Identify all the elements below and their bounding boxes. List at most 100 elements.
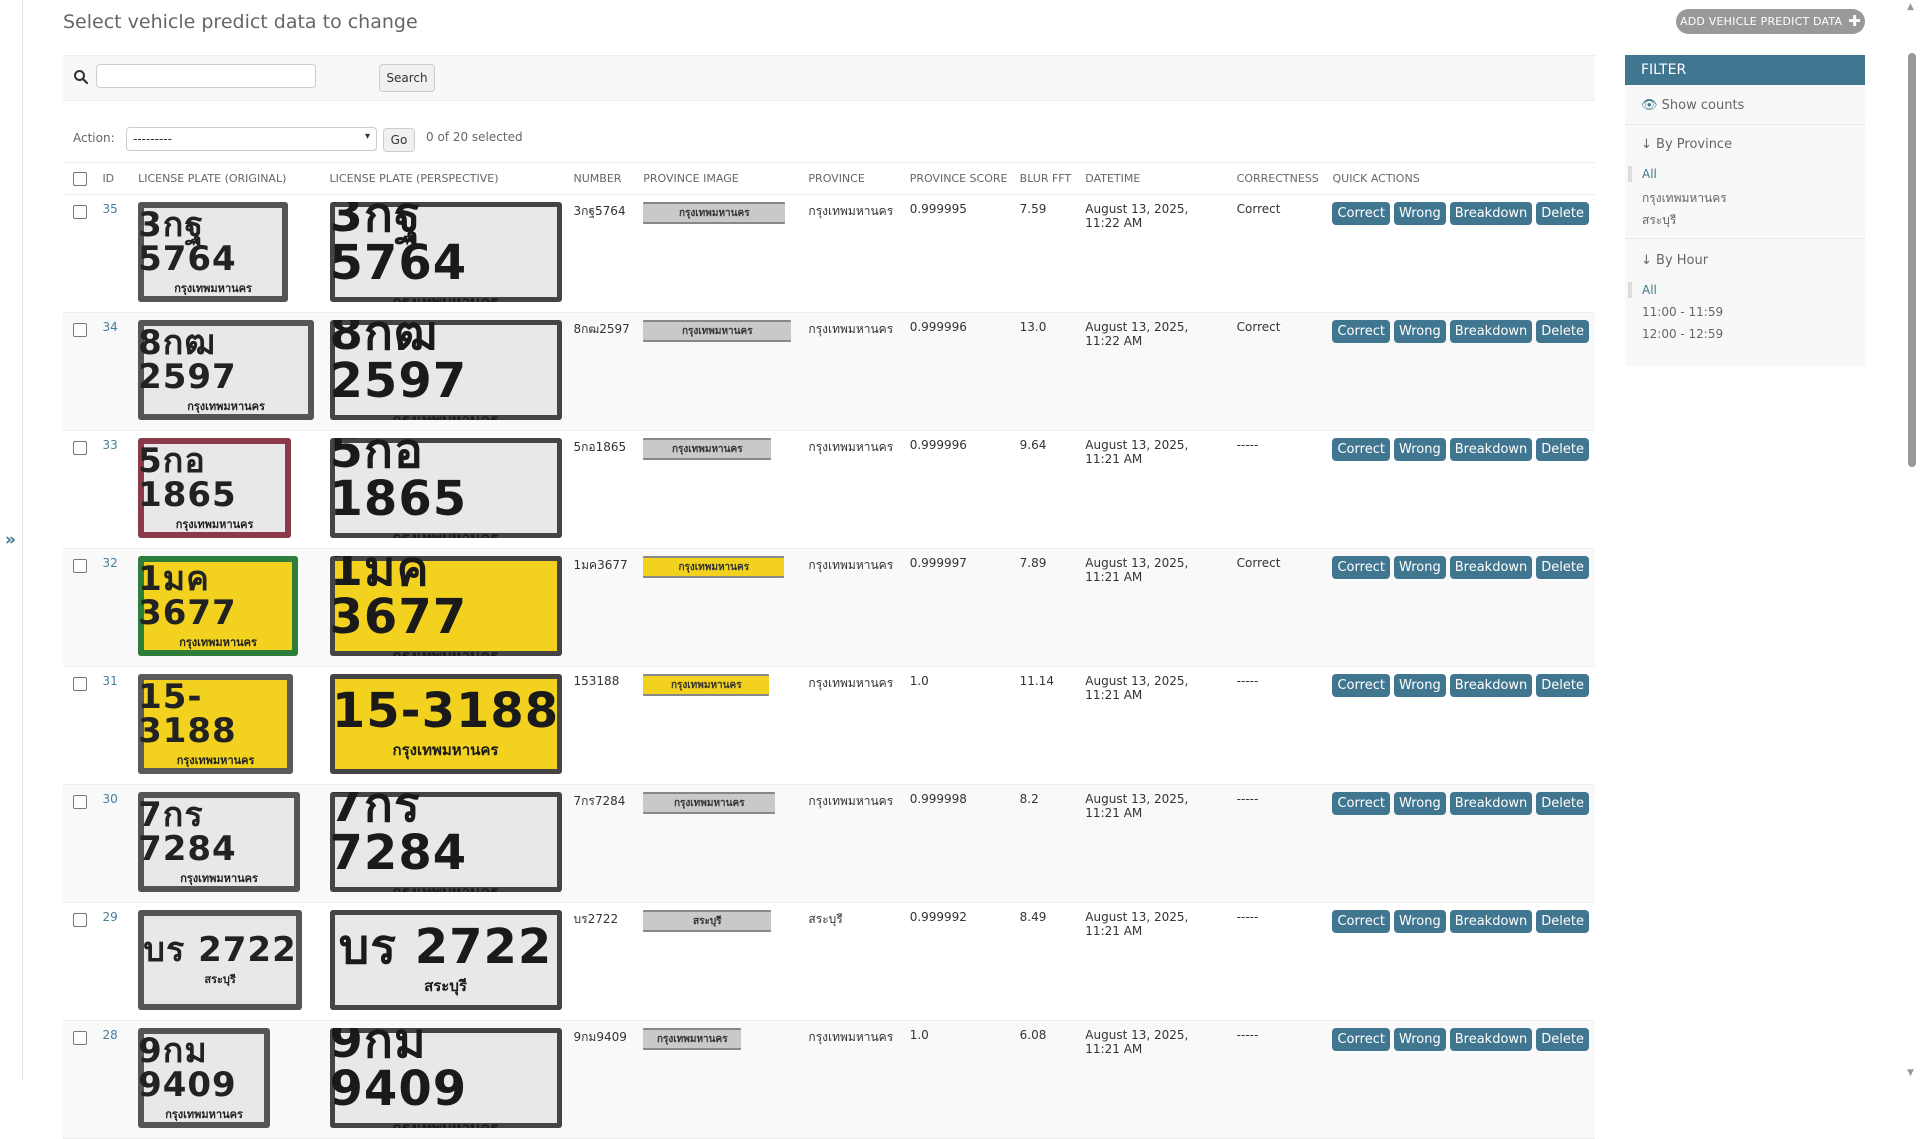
id-link[interactable]: 30 <box>102 792 117 806</box>
id-link[interactable]: 32 <box>102 556 117 570</box>
breakdown-button[interactable]: Breakdown <box>1449 1028 1533 1051</box>
column-header-plate-perspective[interactable]: LICENSE PLATE (PERSPECTIVE) <box>323 162 568 195</box>
id-link[interactable]: 33 <box>102 438 117 452</box>
correct-button[interactable]: Correct <box>1332 320 1390 343</box>
nav-sidebar-toggle[interactable]: » <box>0 0 23 1080</box>
id-link[interactable]: 31 <box>102 674 117 688</box>
id-link[interactable]: 35 <box>102 202 117 216</box>
correct-button[interactable]: Correct <box>1332 910 1390 933</box>
row-checkbox[interactable] <box>73 795 87 809</box>
row-checkbox[interactable] <box>73 441 87 455</box>
province-image: สระบุรี <box>643 910 772 932</box>
filter-hour-12[interactable]: 12:00 - 12:59 <box>1642 327 1723 341</box>
column-header-id[interactable]: ID <box>96 162 133 195</box>
breakdown-button[interactable]: Breakdown <box>1449 320 1533 343</box>
wrong-button[interactable]: Wrong <box>1393 674 1446 697</box>
correct-button[interactable]: Correct <box>1332 792 1390 815</box>
delete-button[interactable]: Delete <box>1536 556 1589 579</box>
delete-button[interactable]: Delete <box>1536 1028 1589 1051</box>
license-plate-perspective-image: 5กอ 1865 กรุงเทพมหานคร <box>329 438 562 538</box>
plate-province-text: กรุงเทพมหานคร <box>165 1107 243 1121</box>
plate-province-text: กรุงเทพมหานคร <box>176 753 255 767</box>
correct-button[interactable]: Correct <box>1332 438 1390 461</box>
correct-button[interactable]: Correct <box>1332 674 1390 697</box>
table-row: 32 1มค 3677 กรุงเทพมหานคร 1มค 3677 กรุงเ… <box>63 548 1595 667</box>
correct-button[interactable]: Correct <box>1332 556 1390 579</box>
filter-province-all[interactable]: All <box>1642 167 1657 181</box>
delete-button[interactable]: Delete <box>1536 674 1589 697</box>
province-image-cell: กรุงเทพมหานคร <box>637 430 803 549</box>
select-all-checkbox[interactable] <box>73 171 87 186</box>
filter-hour-11[interactable]: 11:00 - 11:59 <box>1642 305 1723 319</box>
column-header-province-score[interactable]: PROVINCE SCORE <box>903 162 1014 195</box>
plate-number-text: 9กม 9409 <box>329 1028 468 1117</box>
province-image: กรุงเทพมหานคร <box>643 556 785 578</box>
filter-hour-all[interactable]: All <box>1642 283 1657 297</box>
column-header-plate-original[interactable]: LICENSE PLATE (ORIGINAL) <box>132 162 324 195</box>
id-cell: 34 <box>96 312 133 431</box>
license-plate-perspective-image: บร 2722 สระบุรี <box>329 910 562 1010</box>
chevron-double-right-icon[interactable]: » <box>5 530 16 550</box>
row-checkbox[interactable] <box>73 677 87 691</box>
quick-actions: Correct Wrong Breakdown Delete <box>1332 556 1589 579</box>
breakdown-button[interactable]: Breakdown <box>1449 438 1533 461</box>
scrollbar-thumb[interactable] <box>1908 53 1916 467</box>
wrong-button[interactable]: Wrong <box>1393 202 1446 225</box>
show-counts-link[interactable]: 👁 Show counts <box>1641 98 1744 113</box>
column-header-blur-fft[interactable]: BLUR FFT <box>1013 162 1080 195</box>
plate-number-text: 8กฒ 2597 <box>329 320 468 409</box>
delete-button[interactable]: Delete <box>1536 320 1589 343</box>
id-link[interactable]: 29 <box>102 910 117 924</box>
row-checkbox[interactable] <box>73 323 87 337</box>
wrong-button[interactable]: Wrong <box>1393 320 1446 343</box>
id-link[interactable]: 34 <box>102 320 117 334</box>
row-checkbox[interactable] <box>73 1031 87 1045</box>
wrong-button[interactable]: Wrong <box>1393 792 1446 815</box>
row-checkbox[interactable] <box>73 913 87 927</box>
column-header-province-image[interactable]: PROVINCE IMAGE <box>637 162 803 195</box>
province-score-cell: 1.0 <box>903 666 1014 785</box>
column-header-correctness[interactable]: CORRECTNESS <box>1230 162 1327 195</box>
page-scrollbar[interactable]: ▲ ▼ <box>1903 0 1920 1080</box>
wrong-button[interactable]: Wrong <box>1393 910 1446 933</box>
action-select[interactable]: --------- ▾ <box>126 127 377 151</box>
delete-button[interactable]: Delete <box>1536 202 1589 225</box>
scroll-down-icon[interactable]: ▼ <box>1907 1068 1914 1078</box>
delete-button[interactable]: Delete <box>1536 438 1589 461</box>
delete-button[interactable]: Delete <box>1536 910 1589 933</box>
license-plate-original-image: 9กม 9409 กรุงเทพมหานคร <box>138 1028 271 1128</box>
row-checkbox[interactable] <box>73 559 87 573</box>
row-select-cell <box>63 784 97 903</box>
plate-perspective-cell: 15-3188 กรุงเทพมหานคร <box>323 666 568 785</box>
breakdown-button[interactable]: Breakdown <box>1449 910 1533 933</box>
row-checkbox[interactable] <box>73 205 87 219</box>
datetime-cell: August 13, 2025, 11:21 AM <box>1079 430 1231 549</box>
correct-button[interactable]: Correct <box>1332 1028 1390 1051</box>
go-button[interactable]: Go <box>383 128 415 152</box>
plate-province-text: กรุงเทพมหานคร <box>175 517 254 531</box>
breakdown-button[interactable]: Breakdown <box>1449 792 1533 815</box>
column-header-datetime[interactable]: DATETIME <box>1079 162 1231 195</box>
number-cell: 3กฐ5764 <box>567 194 638 313</box>
plate-province-text: สระบุรี <box>204 972 236 986</box>
search-input[interactable] <box>96 64 316 88</box>
add-vehicle-predict-data-button[interactable]: ADD VEHICLE PREDICT DATA ✚ <box>1676 9 1865 34</box>
filter-province-bangkok[interactable]: กรุงเทพมหานคร <box>1642 189 1727 208</box>
scroll-up-icon[interactable]: ▲ <box>1907 2 1914 12</box>
id-cell: 30 <box>96 784 133 903</box>
wrong-button[interactable]: Wrong <box>1393 556 1446 579</box>
number-cell: บร2722 <box>567 902 638 1021</box>
id-link[interactable]: 28 <box>102 1028 117 1042</box>
filter-province-saraburi[interactable]: สระบุรี <box>1642 211 1676 230</box>
breakdown-button[interactable]: Breakdown <box>1449 674 1533 697</box>
wrong-button[interactable]: Wrong <box>1393 438 1446 461</box>
correct-button[interactable]: Correct <box>1332 202 1390 225</box>
quick-actions: Correct Wrong Breakdown Delete <box>1332 1028 1589 1051</box>
search-button[interactable]: Search <box>379 64 435 92</box>
column-header-province[interactable]: PROVINCE <box>802 162 904 195</box>
column-header-number[interactable]: NUMBER <box>567 162 638 195</box>
wrong-button[interactable]: Wrong <box>1393 1028 1446 1051</box>
breakdown-button[interactable]: Breakdown <box>1449 556 1533 579</box>
breakdown-button[interactable]: Breakdown <box>1449 202 1533 225</box>
delete-button[interactable]: Delete <box>1536 792 1589 815</box>
